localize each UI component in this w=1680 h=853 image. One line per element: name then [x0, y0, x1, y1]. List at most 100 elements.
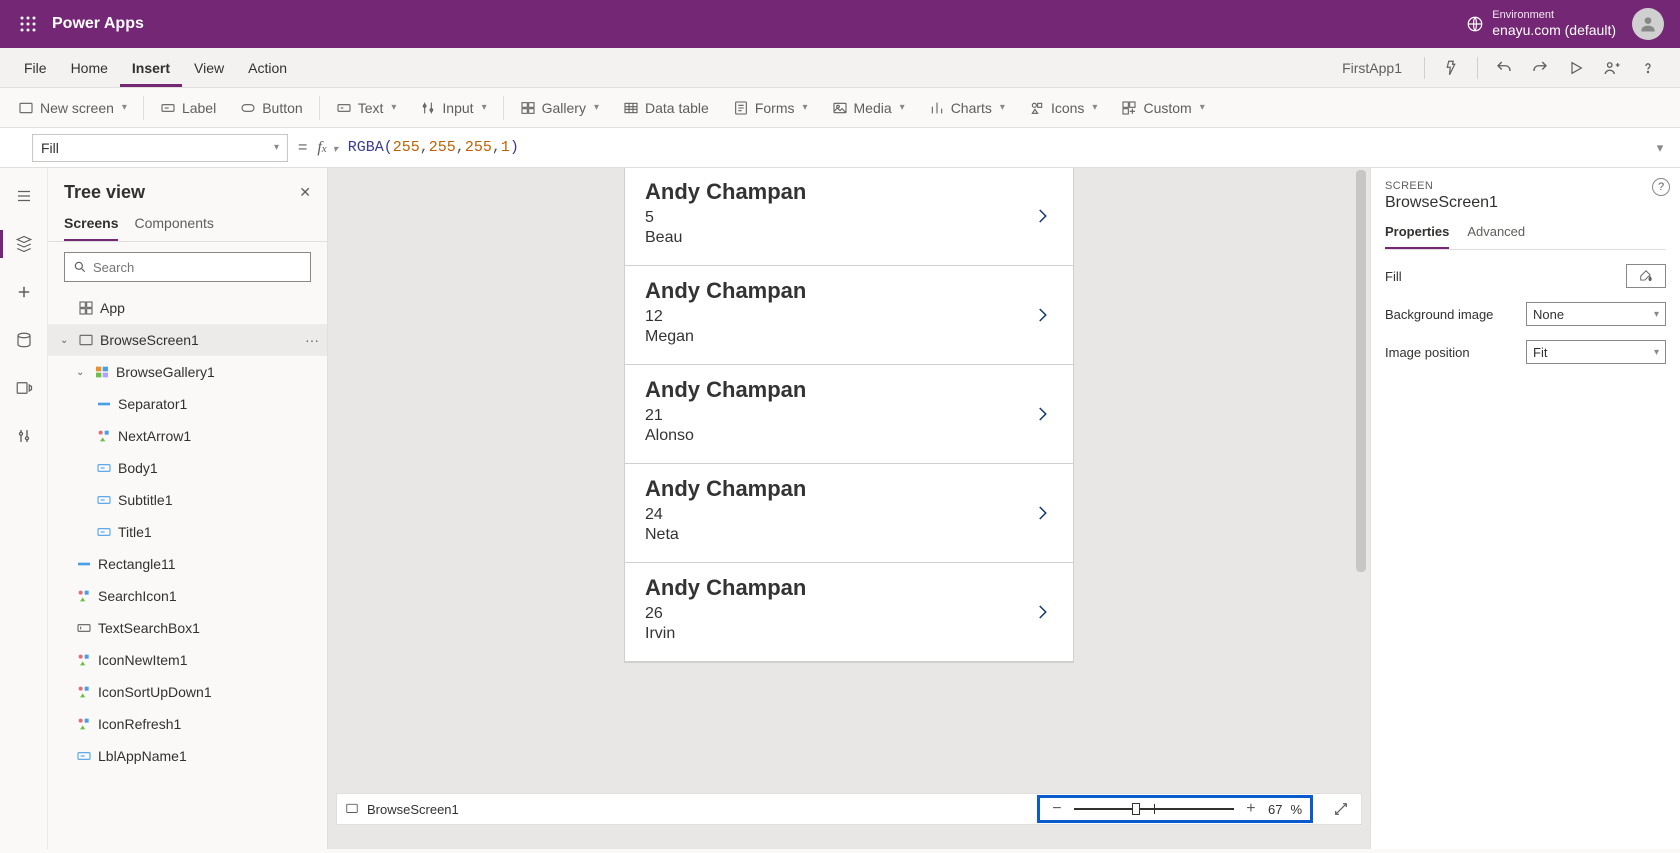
- ribbon-input[interactable]: Input▾: [408, 88, 498, 127]
- rail-data[interactable]: [4, 320, 44, 360]
- device-preview[interactable]: Andy Champan5BeauAndy Champan12MeganAndy…: [624, 168, 1074, 663]
- ribbon-text[interactable]: Text▾: [324, 88, 409, 127]
- rail-advanced-tools[interactable]: [4, 416, 44, 456]
- tree-node-separator1[interactable]: Separator1: [48, 388, 327, 420]
- prop-bg-dropdown[interactable]: None ▾: [1526, 302, 1666, 326]
- next-arrow-icon[interactable]: [1033, 202, 1051, 230]
- gallery-card[interactable]: Andy Champan12Megan: [625, 266, 1073, 365]
- play-button[interactable]: [1560, 52, 1592, 84]
- ribbon-button[interactable]: Button: [228, 88, 314, 127]
- menubar: FileHomeInsertViewAction FirstApp1: [0, 48, 1680, 88]
- menu-insert[interactable]: Insert: [120, 48, 182, 87]
- tree-node-textsearchbox1[interactable]: TextSearchBox1: [48, 612, 327, 644]
- tree-close-button[interactable]: ✕: [299, 184, 311, 201]
- ribbon-icons[interactable]: Icons▾: [1017, 88, 1110, 127]
- tree-node-subtitle1[interactable]: Subtitle1: [48, 484, 327, 516]
- ribbon-new-screen[interactable]: New screen▾: [6, 88, 139, 127]
- next-arrow-icon[interactable]: [1033, 499, 1051, 527]
- props-help-button[interactable]: ?: [1652, 178, 1670, 196]
- canvas-scrollbar[interactable]: [1356, 170, 1366, 789]
- tree-tab-components[interactable]: Components: [134, 215, 213, 241]
- menu-file[interactable]: File: [12, 48, 59, 87]
- tree-node-app[interactable]: App: [48, 292, 327, 324]
- share-button[interactable]: [1596, 52, 1628, 84]
- ribbon-charts[interactable]: Charts▾: [917, 88, 1017, 127]
- zoom-slider[interactable]: [1074, 808, 1234, 810]
- property-selector-value: Fill: [41, 140, 59, 156]
- gallery-card[interactable]: Andy Champan24Neta: [625, 464, 1073, 563]
- formula-expand-button[interactable]: ▾: [1648, 140, 1672, 156]
- ribbon-label[interactable]: Label: [148, 88, 228, 127]
- chevron-down-icon: ▾: [594, 102, 599, 113]
- caret-icon[interactable]: ⌄: [60, 335, 72, 346]
- tree-node-browsescreen1[interactable]: ⌄BrowseScreen1···: [48, 324, 327, 356]
- tree-node-lblappname1[interactable]: LblAppName1: [48, 740, 327, 772]
- menu-view[interactable]: View: [182, 48, 236, 87]
- tree-node-browsegallery1[interactable]: ⌄BrowseGallery1: [48, 356, 327, 388]
- prop-pos-dropdown[interactable]: Fit ▾: [1526, 340, 1666, 364]
- tree-node-label: Rectangle11: [98, 556, 176, 572]
- tree-node-more[interactable]: ···: [305, 332, 319, 348]
- tree-node-body1[interactable]: Body1: [48, 452, 327, 484]
- app-checker-button[interactable]: [1435, 52, 1467, 84]
- next-arrow-icon[interactable]: [1033, 301, 1051, 329]
- ribbon-data-table[interactable]: Data table: [611, 88, 721, 127]
- canvas-expand-button[interactable]: [1329, 801, 1353, 817]
- environment-picker[interactable]: Environment enayu.com (default): [1466, 9, 1616, 39]
- app-launcher-icon[interactable]: [8, 0, 48, 48]
- canvas[interactable]: Andy Champan5BeauAndy Champan12MeganAndy…: [328, 168, 1370, 849]
- zoom-out-button[interactable]: −: [1048, 800, 1066, 818]
- card-subtitle: 24: [645, 506, 1053, 524]
- tree-search-input[interactable]: [93, 260, 302, 275]
- zoom-slider-knob[interactable]: [1132, 803, 1140, 815]
- rail-hamburger[interactable]: [4, 176, 44, 216]
- formula-bar: Fill ▾ = fx ▾ RGBA(255, 255, 255, 1) ▾: [0, 128, 1680, 168]
- rail-tree-view[interactable]: [4, 224, 44, 264]
- icons-icon: [96, 428, 112, 444]
- undo-button[interactable]: [1488, 52, 1520, 84]
- tree-node-searchicon1[interactable]: SearchIcon1: [48, 580, 327, 612]
- ribbon-media[interactable]: Media▾: [820, 88, 917, 127]
- tree-node-iconrefresh1[interactable]: IconRefresh1: [48, 708, 327, 740]
- card-subtitle: 21: [645, 407, 1053, 425]
- tree-node-iconnewitem1[interactable]: IconNewItem1: [48, 644, 327, 676]
- props-tab-properties[interactable]: Properties: [1385, 224, 1449, 249]
- fx-icon[interactable]: fx ▾: [317, 139, 337, 157]
- charts-icon: [929, 100, 945, 116]
- caret-icon[interactable]: ⌄: [76, 367, 88, 378]
- tree-node-title1[interactable]: Title1: [48, 516, 327, 548]
- tree-node-label: Body1: [118, 460, 158, 476]
- tree-search[interactable]: [64, 252, 311, 282]
- help-button[interactable]: [1632, 52, 1664, 84]
- user-avatar[interactable]: [1632, 8, 1664, 40]
- ribbon-forms[interactable]: Forms▾: [721, 88, 820, 127]
- rail-insert[interactable]: [4, 272, 44, 312]
- formula-input[interactable]: RGBA(255, 255, 255, 1): [342, 134, 1648, 162]
- ribbon-custom[interactable]: Custom▾: [1109, 88, 1216, 127]
- prop-fill-swatch[interactable]: [1626, 264, 1666, 288]
- menu-home[interactable]: Home: [59, 48, 120, 87]
- tree-node-iconsortupdown1[interactable]: IconSortUpDown1: [48, 676, 327, 708]
- gallery-card[interactable]: Andy Champan21Alonso: [625, 365, 1073, 464]
- redo-button[interactable]: [1524, 52, 1556, 84]
- menu-action[interactable]: Action: [236, 48, 299, 87]
- label-icon: [96, 492, 112, 508]
- next-arrow-icon[interactable]: [1033, 400, 1051, 428]
- status-screen-name: BrowseScreen1: [367, 802, 459, 817]
- next-arrow-icon[interactable]: [1033, 598, 1051, 626]
- chevron-down-icon: ▾: [1200, 102, 1205, 113]
- gallery-card[interactable]: Andy Champan26Irvin: [625, 563, 1073, 662]
- property-selector[interactable]: Fill ▾: [32, 134, 288, 162]
- gallery-card[interactable]: Andy Champan5Beau: [625, 168, 1073, 266]
- label-icon: [76, 748, 92, 764]
- props-tab-advanced[interactable]: Advanced: [1467, 224, 1525, 249]
- tree-tab-screens[interactable]: Screens: [64, 215, 118, 241]
- card-title: Andy Champan: [645, 278, 1053, 304]
- tree-node-nextarrow1[interactable]: NextArrow1: [48, 420, 327, 452]
- zoom-in-button[interactable]: +: [1242, 800, 1260, 818]
- ribbon-gallery[interactable]: Gallery▾: [508, 88, 611, 127]
- rail-media[interactable]: [4, 368, 44, 408]
- app-name[interactable]: FirstApp1: [1330, 60, 1414, 76]
- tree-node-rectangle11[interactable]: Rectangle11: [48, 548, 327, 580]
- card-title: Andy Champan: [645, 476, 1053, 502]
